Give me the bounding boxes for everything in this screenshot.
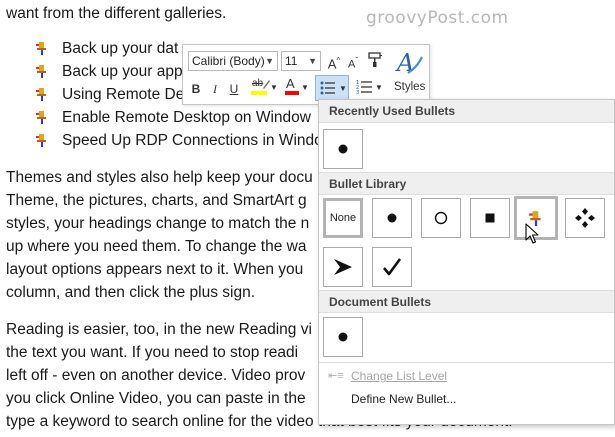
recently-used-bullets-header: Recently Used Bullets (319, 100, 614, 123)
doc-text-line: you click Online Video, you can paste in… (6, 390, 306, 407)
pushpin-bullet-icon (36, 132, 48, 147)
doc-text-line: the text you want. If you need to stop r… (6, 344, 299, 361)
bullet-list-item: Back up your app (36, 61, 183, 83)
arrowhead-bullet-icon (334, 259, 352, 275)
chevron-down-icon: ▼ (339, 84, 347, 93)
pushpin-bullet-icon (36, 86, 48, 101)
change-list-level-menu-item[interactable]: ⇤≡ Change List Level (319, 364, 614, 388)
bullet-option-four-diamonds[interactable] (565, 198, 605, 238)
filled-dot-bullet-icon (387, 213, 397, 223)
font-color-button[interactable]: A ▼ (283, 75, 309, 101)
mouse-pointer-icon (525, 223, 539, 244)
pushpin-bullet-icon (36, 63, 48, 78)
bullet-option-hollow-circle[interactable] (421, 198, 461, 238)
define-new-bullet-menu-item[interactable]: Define New Bullet... (319, 387, 614, 411)
bullet-library-header: Bullet Library (319, 172, 614, 195)
highlight-color-button[interactable]: ab ▼ (249, 75, 279, 101)
bullet-text: Using Remote De (62, 86, 185, 103)
site-watermark: groovyPost.com (366, 8, 509, 28)
numbering-button[interactable]: 123 ▼ (353, 75, 383, 101)
bullet-text: Back up your dat (62, 40, 179, 57)
bullet-option-square[interactable] (470, 198, 510, 238)
styles-label: Styles (394, 81, 426, 93)
doc-text-line: left off - even on another device. Video… (6, 367, 306, 384)
italic-button[interactable]: I (207, 79, 223, 99)
bold-button[interactable]: B (188, 79, 204, 99)
bullet-option-checkmark[interactable] (372, 247, 412, 287)
grow-font-button[interactable]: A^ (326, 51, 342, 71)
highlight-color-swatch (251, 91, 267, 95)
font-size-value: 11 (285, 54, 298, 68)
shrink-font-button[interactable]: Aˇ (345, 51, 361, 71)
font-color-swatch (285, 91, 299, 95)
bullet-list-icon (320, 81, 335, 95)
document-bullets-header: Document Bullets (319, 290, 614, 313)
doc-text-line: up where you need them. To change the wa (6, 238, 307, 255)
define-new-bullet-label: Define New Bullet... (351, 392, 457, 406)
format-painter-button[interactable] (365, 51, 387, 71)
svg-text:A: A (395, 49, 414, 77)
underline-button[interactable]: U (226, 79, 242, 99)
styles-button[interactable]: A (393, 47, 425, 81)
pushpin-bullet-icon (36, 109, 48, 124)
font-name-box[interactable]: Calibri (Body) ▼ (188, 51, 278, 71)
bullet-option-arrowhead[interactable] (323, 247, 363, 287)
bullet-list-item: Using Remote De (36, 84, 184, 106)
bullet-option-recent-dot[interactable] (323, 129, 363, 169)
chevron-down-icon: ▼ (308, 56, 317, 66)
bullet-text: Speed Up RDP Connections in Windo (62, 132, 323, 149)
bullets-button[interactable]: ▼ (315, 75, 349, 101)
checkmark-bullet-icon (383, 258, 402, 276)
chevron-down-icon: ▼ (301, 83, 309, 92)
chevron-down-icon: ▼ (265, 56, 274, 66)
filled-dot-bullet-icon (338, 332, 348, 342)
bullet-list-item: Enable Remote Desktop on Window (36, 107, 311, 129)
chevron-down-icon: ▼ (375, 83, 383, 92)
bullet-library-dropdown: Recently Used Bullets Bullet Library Non… (318, 99, 615, 425)
numbered-list-icon: 123 (356, 80, 372, 95)
format-painter-icon (368, 52, 382, 67)
menu-divider (319, 362, 614, 363)
mini-formatting-toolbar: Calibri (Body) ▼ 11 ▼ A^ Aˇ A Styles B I… (182, 44, 430, 105)
square-bullet-icon (485, 213, 495, 223)
svg-text:3: 3 (356, 90, 359, 95)
bullet-text: Back up your app (62, 63, 183, 80)
doc-text-line: Reading is easier, too, in the new Readi… (6, 321, 312, 338)
bullet-option-document-dot[interactable] (323, 317, 363, 357)
bullet-option-none[interactable]: None (323, 198, 363, 238)
font-name-value: Calibri (Body) (192, 54, 265, 68)
bullet-list-item: Speed Up RDP Connections in Windo (36, 130, 323, 152)
doc-text-line: Theme, the pictures, charts, and SmartAr… (6, 192, 307, 209)
change-list-level-label: Change List Level (351, 369, 448, 383)
bullet-option-filled-dot[interactable] (372, 198, 412, 238)
doc-text-line: Themes and styles also help keep your do… (6, 169, 313, 186)
filled-dot-bullet-icon (338, 144, 348, 154)
doc-text-line: column, and then click the plus sign. (6, 284, 255, 301)
hollow-circle-bullet-icon (434, 211, 448, 225)
indent-list-icon: ⇤≡ (328, 370, 344, 382)
doc-text-line: want from the different galleries. (6, 5, 227, 22)
doc-text-line: layout options appears next to it. When … (6, 261, 304, 278)
none-label: None (329, 212, 357, 224)
doc-text-line: styles, your headings change to match th… (6, 215, 310, 232)
four-diamonds-bullet-icon (575, 208, 595, 228)
bullet-text: Enable Remote Desktop on Window (62, 109, 311, 126)
font-size-box[interactable]: 11 ▼ (281, 51, 321, 71)
bullet-list-item: Back up your dat (36, 38, 178, 60)
chevron-down-icon: ▼ (270, 83, 278, 92)
styles-icon: A (395, 49, 423, 77)
pushpin-bullet-icon (36, 40, 48, 55)
